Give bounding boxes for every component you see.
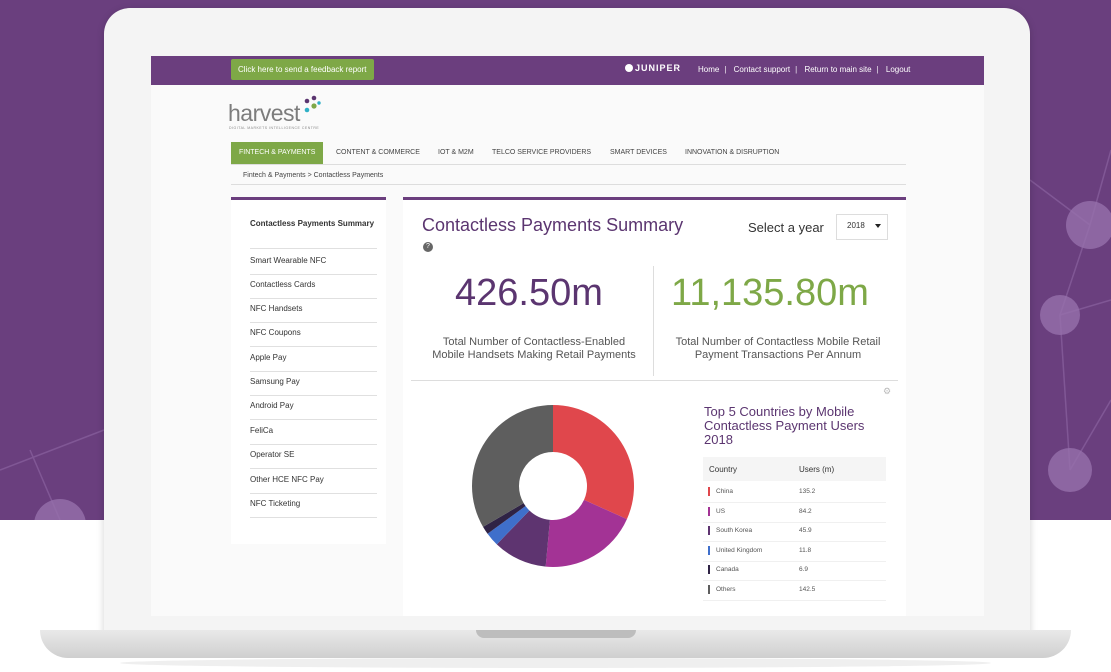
juniper-brand-text: JUNIPER	[635, 63, 682, 73]
breadcrumb[interactable]: Fintech & Payments > Contactless Payment…	[243, 172, 383, 179]
top-bar: Click here to send a feedback report JUN…	[151, 56, 984, 85]
chevron-down-icon	[875, 224, 881, 228]
top-links: Home | Contact support | Return to main si…	[693, 65, 915, 74]
country-cell: US	[716, 507, 726, 515]
tab-telco-service-providers[interactable]: TELCO SERVICE PROVIDERS	[492, 142, 591, 164]
year-select-label: Select a year	[748, 220, 824, 235]
summary-panel: Contactless Payments Summary ? Select a …	[403, 197, 906, 616]
sidebar-item-nfc-handsets[interactable]: NFC Handsets	[250, 304, 377, 323]
gear-icon[interactable]: ⚙	[883, 386, 891, 397]
table-row: China 135.2	[703, 483, 886, 503]
country-cell: Canada	[716, 566, 739, 573]
year-select[interactable]: 2018	[836, 214, 888, 240]
section-divider	[411, 380, 898, 381]
app-screen: Click here to send a feedback report JUN…	[151, 56, 984, 616]
tab-fintech-payments[interactable]: FINTECH & PAYMENTS	[231, 142, 324, 164]
sidebar-item-nfc-coupons[interactable]: NFC Coupons	[250, 328, 377, 347]
handsets-stat-label-line1: Total Number of Contactless-Enabled	[442, 336, 626, 348]
country-cell: United Kingdom	[716, 546, 763, 554]
sidebar-item-contactless-summary[interactable]: Contactless Payments Summary	[250, 218, 377, 249]
country-cell: South Korea	[716, 527, 753, 534]
transactions-stat-value: 11,135.80m	[671, 272, 869, 314]
country-cell: China	[716, 488, 733, 495]
top-link-separator: |	[724, 65, 727, 74]
legend-swatch	[708, 526, 710, 535]
users-cell: 11.8	[799, 546, 812, 554]
column-header-country: Country	[709, 465, 738, 474]
contact-support-link[interactable]: Contact support	[729, 65, 795, 74]
laptop-shadow	[120, 658, 991, 668]
table-row: Others 142.5	[703, 581, 886, 601]
country-cell: Others	[716, 585, 736, 593]
main-nav: FINTECH & PAYMENTS CONTENT & COMMERCE IO…	[231, 142, 906, 165]
sidebar-item-samsung-pay[interactable]: Samsung Pay	[250, 377, 377, 396]
users-cell: 135.2	[799, 488, 816, 495]
users-cell: 6.9	[799, 566, 809, 573]
users-cell: 45.9	[799, 527, 812, 534]
transactions-stat-label-line2: Payment Transactions Per Annum	[694, 349, 862, 361]
legend-swatch	[708, 545, 710, 555]
stat-divider	[653, 266, 654, 376]
table-row: Canada 6.9	[703, 561, 886, 581]
sidebar: Contactless Payments Summary Smart Weara…	[231, 197, 386, 544]
sidebar-item-other-hce-nfc-pay[interactable]: Other HCE NFC Pay	[250, 475, 377, 494]
tab-iot-m2m[interactable]: IOT & M2M	[438, 142, 474, 164]
breadcrumb-divider	[231, 184, 906, 185]
legend-swatch	[708, 565, 710, 574]
year-select-value: 2018	[847, 221, 865, 230]
juniper-logo-icon	[625, 64, 633, 72]
chart-title: Top 5 Countries by Mobile Contactless Pa…	[704, 404, 865, 447]
donut-slice-others[interactable]	[472, 405, 553, 527]
users-cell: 142.5	[799, 585, 816, 593]
donut-slice-china[interactable]	[553, 405, 634, 520]
sidebar-item-apple-pay[interactable]: Apple Pay	[250, 353, 377, 372]
column-header-users: Users (m)	[799, 465, 835, 474]
transactions-stat-label: Total Number of Contactless Mobile Retai…	[665, 336, 891, 362]
table-row: South Korea 45.9	[703, 522, 886, 542]
harvest-logo-tagline: DIGITAL MARKETS INTELLIGENCE CENTRE	[229, 126, 320, 130]
logout-link[interactable]: Logout	[881, 65, 915, 74]
top-link-separator: |	[876, 65, 879, 74]
sidebar-item-contactless-cards[interactable]: Contactless Cards	[250, 280, 377, 299]
sidebar-item-smart-wearable-nfc[interactable]: Smart Wearable NFC	[250, 256, 377, 275]
handsets-stat-label: Total Number of Contactless-Enabled Mobil…	[421, 336, 647, 362]
tab-content-commerce[interactable]: CONTENT & COMMERCE	[336, 142, 420, 164]
top-link-separator: |	[795, 65, 798, 74]
tab-innovation-disruption[interactable]: INNOVATION & DISRUPTION	[685, 142, 779, 164]
tab-smart-devices[interactable]: SMART DEVICES	[610, 142, 667, 164]
transactions-stat-label-line1: Total Number of Contactless Mobile Retai…	[675, 336, 881, 348]
legend-swatch	[708, 506, 710, 516]
countries-donut-chart	[472, 405, 634, 567]
table-row: US 84.2	[703, 503, 886, 523]
legend-swatch	[708, 487, 710, 496]
legend-swatch	[708, 584, 710, 594]
feedback-button[interactable]: Click here to send a feedback report	[231, 59, 374, 80]
table-header: Country Users (m)	[703, 457, 886, 481]
harvest-logo[interactable]: harvest	[228, 100, 300, 127]
harvest-dots-icon	[304, 95, 321, 113]
help-icon[interactable]: ?	[423, 242, 433, 252]
sidebar-item-operator-se[interactable]: Operator SE	[250, 450, 377, 469]
sidebar-item-nfc-ticketing[interactable]: NFC Ticketing	[250, 499, 377, 518]
sidebar-item-felica[interactable]: FeliCa	[250, 426, 377, 445]
handsets-stat-label-line2: Mobile Handsets Making Retail Payments	[432, 349, 636, 361]
juniper-logo: JUNIPER	[625, 63, 681, 73]
users-cell: 84.2	[799, 507, 812, 515]
page-title: Contactless Payments Summary	[422, 215, 684, 235]
table-row: United Kingdom 11.8	[703, 542, 886, 562]
laptop-notch	[476, 630, 636, 638]
sidebar-item-android-pay[interactable]: Android Pay	[250, 401, 377, 420]
home-link[interactable]: Home	[693, 65, 724, 74]
handsets-stat-value: 426.50m	[455, 272, 603, 314]
return-main-site-link[interactable]: Return to main site	[799, 65, 876, 74]
